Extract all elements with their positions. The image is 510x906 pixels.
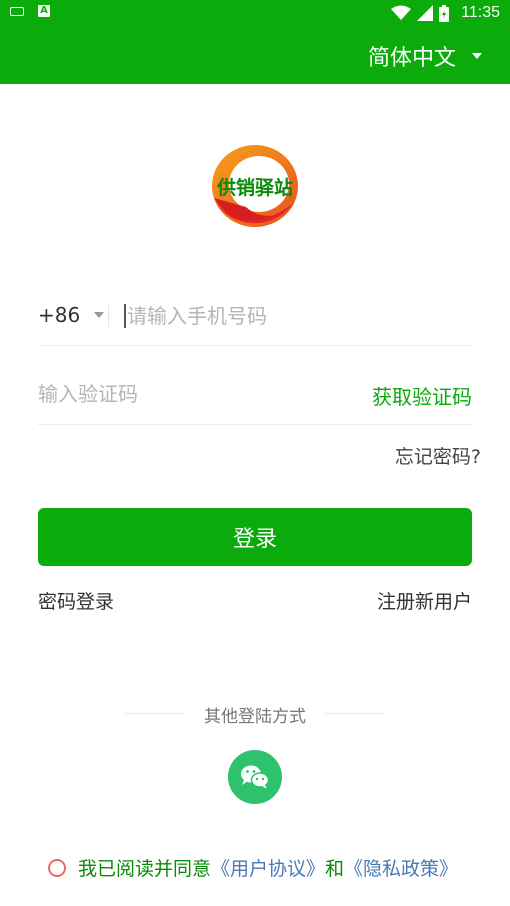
privacy-policy-link[interactable]: 《隐私政策》 bbox=[344, 854, 458, 881]
divider bbox=[38, 424, 472, 425]
agreement-radio[interactable] bbox=[48, 858, 66, 877]
login-button[interactable]: 登录 bbox=[38, 508, 472, 566]
other-login-label: 其他登陆方式 bbox=[204, 707, 306, 727]
caret-down-icon bbox=[472, 53, 482, 59]
language-selector[interactable]: 简体中文 bbox=[368, 40, 482, 72]
get-code-button[interactable]: 获取验证码 bbox=[372, 381, 472, 410]
a-notification-icon: A bbox=[38, 5, 50, 17]
app-bar: 简体中文 bbox=[0, 26, 510, 84]
keyboard-icon bbox=[10, 6, 24, 16]
verification-code-input[interactable] bbox=[38, 381, 318, 407]
status-left-icons: A bbox=[10, 5, 50, 17]
logo-text: 供销驿站 bbox=[216, 177, 293, 199]
app-logo: 供销驿站 bbox=[206, 143, 304, 229]
agreement-row: 我已阅读并同意 《用户协议》 和 《隐私政策》 bbox=[48, 854, 458, 881]
status-right-icons: 11:35 bbox=[391, 2, 500, 24]
country-code: +86 bbox=[38, 303, 81, 327]
agreement-conjunction: 和 bbox=[325, 858, 345, 880]
wifi-icon bbox=[391, 5, 412, 20]
signal-icon bbox=[417, 5, 434, 21]
password-login-link[interactable]: 密码登录 bbox=[38, 587, 114, 614]
agreement-prefix: 我已阅读并同意 bbox=[78, 858, 212, 880]
user-agreement-link[interactable]: 《用户协议》 bbox=[211, 854, 325, 881]
wechat-login-button[interactable] bbox=[228, 750, 282, 804]
wechat-icon bbox=[241, 765, 270, 789]
country-code-selector[interactable]: +86 bbox=[38, 303, 105, 327]
register-link[interactable]: 注册新用户 bbox=[377, 587, 472, 614]
status-bar: A 11:35 bbox=[0, 0, 510, 26]
language-label: 简体中文 bbox=[367, 46, 456, 71]
battery-icon bbox=[439, 4, 450, 22]
vertical-separator bbox=[108, 305, 109, 327]
divider bbox=[38, 345, 472, 346]
status-time: 11:35 bbox=[461, 4, 500, 21]
text-cursor bbox=[124, 304, 126, 328]
caret-down-icon bbox=[94, 312, 105, 318]
forgot-password-link[interactable]: 忘记密码? bbox=[395, 442, 481, 469]
phone-input[interactable] bbox=[127, 303, 467, 329]
